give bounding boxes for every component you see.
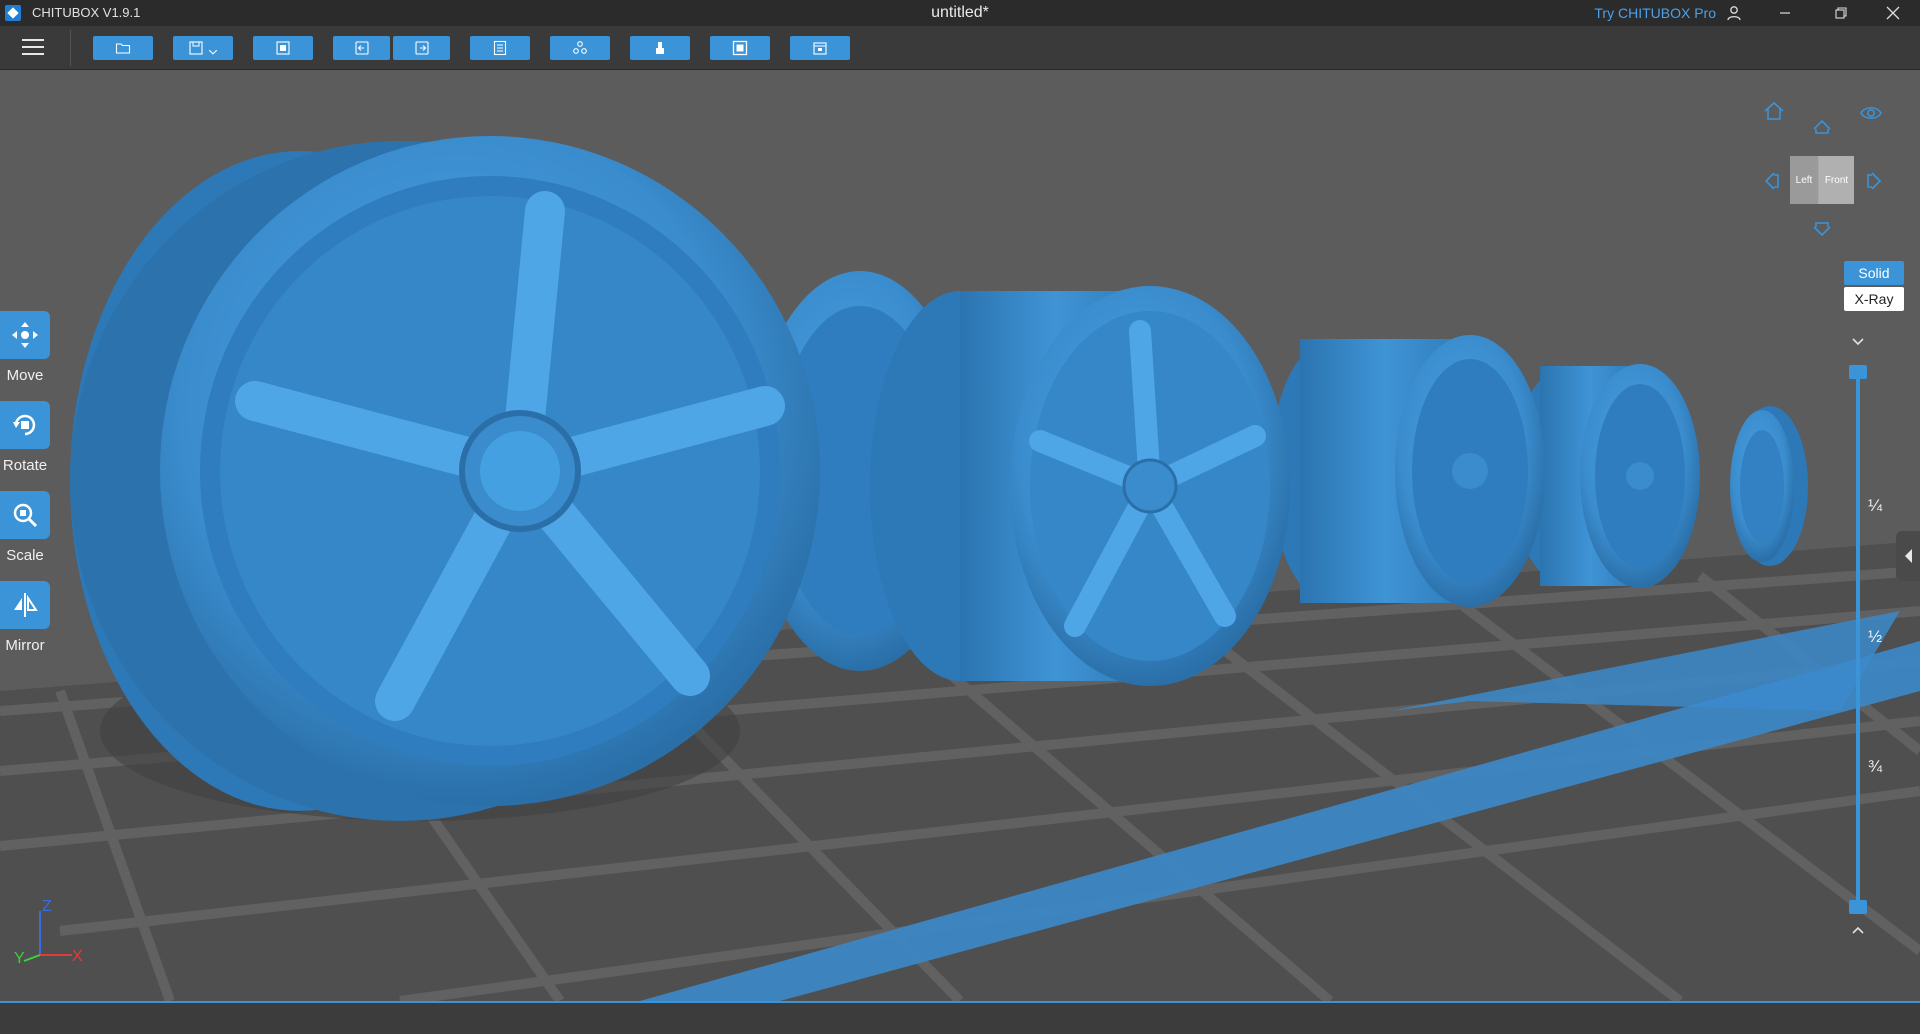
mirror-tool[interactable]: Mirror [0, 581, 50, 654]
slider-tick-half: ½ [1868, 627, 1883, 646]
supports-button[interactable] [630, 36, 690, 60]
view-up-icon[interactable] [1810, 115, 1834, 139]
layer-slider-top-handle[interactable] [1849, 365, 1867, 379]
hamburger-line [22, 53, 44, 55]
slider-tick-quarter: ¼ [1868, 496, 1883, 515]
chevron-up-icon[interactable] [1850, 924, 1866, 936]
try-pro-link[interactable]: Try CHITUBOX Pro [1594, 5, 1716, 21]
move-tool[interactable]: Move [0, 311, 50, 384]
undo-icon [354, 41, 369, 55]
axis-y-label: Y [14, 950, 25, 967]
dig-hole-button[interactable] [790, 36, 850, 60]
restore-button[interactable] [1818, 0, 1864, 26]
model-list-button[interactable] [470, 36, 530, 60]
view-cube-front[interactable]: Front [1819, 156, 1854, 204]
close-button[interactable] [1870, 0, 1916, 26]
hole-icon [813, 42, 827, 55]
rotate-button[interactable] [0, 401, 50, 449]
restore-icon [1835, 7, 1847, 19]
axis-z-label: Z [42, 898, 52, 915]
layer-slider-bottom-handle[interactable] [1849, 900, 1867, 914]
view-left-icon[interactable] [1760, 169, 1784, 193]
axis-indicator: Z X Y [14, 898, 83, 967]
hamburger-line [22, 39, 44, 41]
toolbar-divider [70, 30, 71, 66]
mirror-label: Mirror [5, 637, 45, 654]
select-icon [276, 41, 290, 55]
title-bar: CHITUBOX V1.9.1 untitled* Try CHITUBOX P… [0, 0, 1920, 26]
hamburger-menu-button[interactable] [22, 37, 44, 57]
home-view-icon[interactable] [1762, 99, 1786, 123]
rotate-label: Rotate [2, 457, 48, 474]
support-icon [656, 42, 664, 54]
solid-mode-button[interactable]: Solid [1844, 261, 1904, 285]
view-down-icon[interactable] [1810, 217, 1834, 241]
status-bar [0, 1001, 1920, 1034]
hollow-icon [732, 40, 748, 56]
move-label: Move [6, 367, 44, 384]
select-all-button[interactable] [253, 36, 313, 60]
close-icon [1886, 6, 1900, 20]
scale-label: Scale [6, 547, 44, 564]
scale-icon [13, 503, 38, 528]
axis-x-label: X [72, 948, 83, 965]
wheel-model-4[interactable] [1270, 335, 1545, 607]
undo-button[interactable] [333, 36, 390, 60]
list-icon [493, 40, 507, 56]
chevron-down-icon[interactable] [208, 47, 218, 57]
minimize-icon [1780, 12, 1790, 14]
scale-tool[interactable]: Scale [0, 491, 50, 564]
redo-icon [414, 41, 429, 55]
redo-button[interactable] [393, 36, 450, 60]
wheel-model-6[interactable] [1730, 406, 1808, 566]
rotate-icon [13, 414, 36, 436]
move-icon [12, 322, 38, 348]
layer-slider-track[interactable] [1856, 372, 1860, 912]
view-cube-left[interactable]: Left [1790, 156, 1818, 204]
eye-icon[interactable] [1859, 101, 1883, 125]
view-cube[interactable]: Left Front [1790, 156, 1854, 204]
3d-viewport[interactable]: Move Rotate Scale Mirror Left Front Soli… [0, 71, 1920, 1001]
hollow-button[interactable] [710, 36, 770, 60]
toolbar [0, 26, 1920, 70]
user-icon[interactable] [1726, 5, 1742, 21]
mirror-button[interactable] [0, 581, 50, 629]
slider-tick-three-quarter: ¾ [1868, 757, 1883, 776]
chevron-left-icon [1905, 549, 1912, 563]
scale-button[interactable] [0, 491, 50, 539]
save-button[interactable] [173, 36, 233, 60]
hamburger-line [22, 46, 44, 48]
rotate-tool[interactable]: Rotate [0, 401, 50, 474]
chevron-down-icon[interactable] [1850, 336, 1866, 348]
layout-icon [573, 41, 587, 54]
auto-layout-button[interactable] [550, 36, 610, 60]
move-button[interactable] [0, 311, 50, 359]
minimize-button[interactable] [1762, 0, 1808, 26]
scene-canvas[interactable] [0, 71, 1920, 1001]
folder-icon [115, 43, 131, 54]
wheel-model-1[interactable] [70, 136, 820, 821]
mirror-icon [14, 593, 38, 617]
open-file-button[interactable] [93, 36, 153, 60]
wheel-model-2[interactable] [870, 286, 1290, 686]
save-icon [189, 41, 203, 55]
side-panel-toggle[interactable] [1896, 531, 1920, 581]
xray-mode-button[interactable]: X-Ray [1844, 287, 1904, 311]
view-right-icon[interactable] [1862, 169, 1886, 193]
